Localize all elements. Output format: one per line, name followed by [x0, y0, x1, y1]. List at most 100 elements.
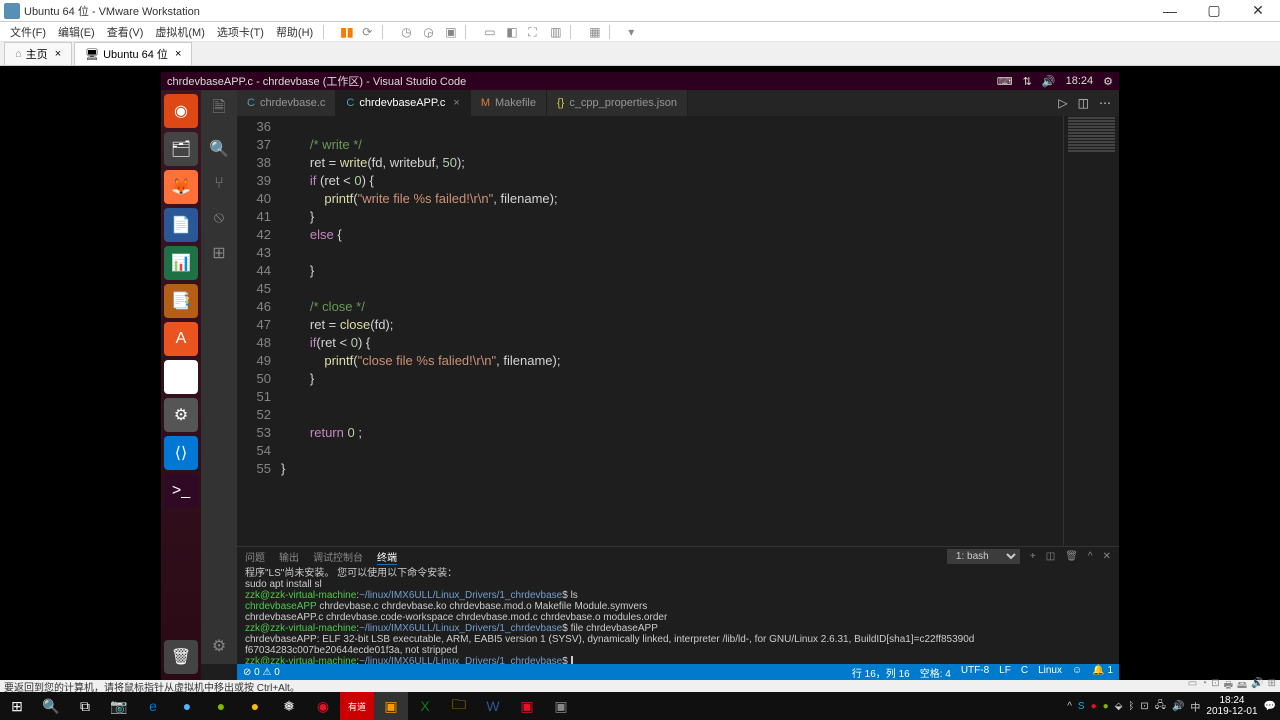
minimap[interactable]	[1063, 116, 1119, 546]
editor[interactable]: 3637383940414243444546474849505152535455…	[237, 116, 1119, 546]
kill-terminal-icon[interactable]: 🗑	[1065, 551, 1078, 562]
edge-icon[interactable]: e	[136, 692, 170, 720]
editor-tab[interactable]: MMakefile	[471, 90, 547, 116]
files-icon[interactable]: 🗂	[164, 132, 198, 166]
calc-icon[interactable]: 📊	[164, 246, 198, 280]
app-icon[interactable]: ●	[204, 692, 238, 720]
browser-icon[interactable]: ●	[170, 692, 204, 720]
panel-tab-problems[interactable]: 问题	[245, 549, 265, 564]
app-icon[interactable]: ▣	[510, 692, 544, 720]
panel-tab-terminal[interactable]: 终端	[377, 549, 397, 565]
code-area[interactable]: /* write */ ret = write(fd, writebuf, 50…	[281, 116, 1063, 546]
seamless-icon[interactable]: ⛶	[522, 25, 536, 39]
app-icon[interactable]: ●	[238, 692, 272, 720]
debug-icon[interactable]: ⦸	[214, 209, 224, 227]
run-icon[interactable]: ▷	[1058, 96, 1067, 110]
app-icon[interactable]: ❅	[272, 692, 306, 720]
menu-view[interactable]: 查看(V)	[101, 24, 150, 40]
network-icon[interactable]: ⇅	[1023, 75, 1032, 88]
vmware-tab-home[interactable]: ⌂主页 ×	[4, 42, 72, 65]
app-icon[interactable]: ◉	[306, 692, 340, 720]
status-feedback-icon[interactable]: ☺	[1072, 665, 1082, 680]
menu-edit[interactable]: 编辑(E)	[52, 24, 101, 40]
maximize-panel-icon[interactable]: ^	[1088, 551, 1093, 562]
menu-vm[interactable]: 虚拟机(M)	[149, 24, 211, 40]
search-button[interactable]: 🔍	[34, 692, 68, 720]
search-icon[interactable]: 🔍	[209, 139, 229, 159]
tray-skype-icon[interactable]: S	[1078, 701, 1085, 712]
keyboard-indicator-icon[interactable]: ⌨	[997, 75, 1013, 88]
tray-bluetooth-icon[interactable]: ᛒ	[1128, 701, 1134, 712]
snapshot-icon[interactable]: ◷	[395, 25, 409, 39]
software-icon[interactable]: A	[164, 322, 198, 356]
panel-tab-debug[interactable]: 调试控制台	[313, 549, 363, 564]
terminal[interactable]: 程序"LS"尚未安装。 您可以使用以下命令安装：sudo apt install…	[237, 566, 1119, 664]
terminal-icon[interactable]: >_	[164, 474, 198, 508]
fullscreen-icon[interactable]: ▭	[478, 25, 492, 39]
pause-icon[interactable]: ▮▮	[334, 25, 348, 39]
tray-chevron-icon[interactable]: ^	[1067, 701, 1072, 712]
explorer-icon[interactable]: 🗀	[442, 692, 476, 720]
minimize-button[interactable]: —	[1148, 0, 1192, 22]
impress-icon[interactable]: 📑	[164, 284, 198, 318]
more-icon[interactable]: ⋯	[1099, 96, 1111, 110]
status-cursor[interactable]: 行 16，列 16	[852, 665, 910, 680]
tray-volume-icon[interactable]: 🔊	[1172, 701, 1184, 712]
power-icon[interactable]: ⟳	[356, 25, 370, 39]
dash-icon[interactable]: ◉	[164, 94, 198, 128]
tray-icon[interactable]: ⬙	[1115, 701, 1123, 712]
vmware-tab-vm[interactable]: 🖥Ubuntu 64 位 ×	[74, 42, 192, 65]
vscode-icon[interactable]: ⟨⟩	[164, 436, 198, 470]
tab-close-icon[interactable]: ×	[453, 97, 459, 109]
sound-icon[interactable]: 🔊	[1042, 75, 1056, 88]
excel-icon[interactable]: X	[408, 692, 442, 720]
vmware-taskbar-icon[interactable]: ▣	[374, 692, 408, 720]
scm-icon[interactable]: ⑂	[214, 175, 224, 193]
library-icon[interactable]: ▦	[583, 25, 597, 39]
unity-icon[interactable]: ◧	[500, 25, 514, 39]
status-spaces[interactable]: 空格: 4	[920, 665, 951, 680]
status-eol[interactable]: LF	[999, 665, 1011, 680]
tray-icon[interactable]: ⊡	[1140, 701, 1148, 712]
editor-tab[interactable]: Cchrdevbase.c	[237, 90, 336, 116]
maximize-button[interactable]: ▢	[1192, 0, 1236, 22]
extensions-icon[interactable]: ⊞	[212, 243, 225, 263]
status-lang[interactable]: C	[1021, 665, 1028, 680]
tray-icon[interactable]: ●	[1103, 701, 1109, 712]
amazon-icon[interactable]: a	[164, 360, 198, 394]
firefox-icon[interactable]: 🦊	[164, 170, 198, 204]
settings-icon[interactable]: ⚙	[164, 398, 198, 432]
menu-help[interactable]: 帮助(H)	[270, 24, 319, 40]
terminal-selector[interactable]: 1: bash	[947, 549, 1020, 564]
tab-close-icon[interactable]: ×	[52, 48, 61, 60]
taskview-button[interactable]: ⧉	[68, 692, 102, 720]
snapshot-manager-icon[interactable]: ▣	[439, 25, 453, 39]
status-bell-icon[interactable]: 🔔 1	[1092, 665, 1113, 680]
status-encoding[interactable]: UTF-8	[961, 665, 989, 680]
dropdown-icon[interactable]: ▾	[622, 25, 636, 39]
app-icon[interactable]: ▣	[544, 692, 578, 720]
explorer-icon[interactable]: 🗎	[213, 96, 226, 123]
split-terminal-icon[interactable]: ◫	[1046, 551, 1055, 562]
gear-icon[interactable]: ⚙	[1103, 75, 1113, 88]
close-button[interactable]: ✕	[1236, 0, 1280, 22]
start-button[interactable]: ⊞	[0, 692, 34, 720]
menu-file[interactable]: 文件(F)	[4, 24, 52, 40]
console-icon[interactable]: ▥	[544, 25, 558, 39]
snapshot-revert-icon[interactable]: ◶	[417, 25, 431, 39]
status-os[interactable]: Linux	[1038, 665, 1062, 680]
split-icon[interactable]: ◫	[1078, 96, 1089, 110]
tray-icon[interactable]: ●	[1091, 701, 1097, 712]
writer-icon[interactable]: 📄	[164, 208, 198, 242]
tab-close-icon[interactable]: ×	[172, 48, 181, 60]
status-errors[interactable]: ⊘ 0 ⚠ 0	[243, 667, 280, 678]
word-icon[interactable]: W	[476, 692, 510, 720]
taskbar-clock[interactable]: 18:242019-12-01	[1206, 695, 1257, 717]
panel-tab-output[interactable]: 输出	[279, 549, 299, 564]
menu-tabs[interactable]: 选项卡(T)	[211, 24, 270, 40]
gear-icon[interactable]: ⚙	[212, 636, 226, 656]
panel-time[interactable]: 18:24	[1066, 75, 1094, 87]
close-panel-icon[interactable]: ✕	[1103, 551, 1111, 562]
editor-tab[interactable]: CchrdevbaseAPP.c×	[336, 90, 470, 116]
camera-app-icon[interactable]: 📷	[102, 692, 136, 720]
